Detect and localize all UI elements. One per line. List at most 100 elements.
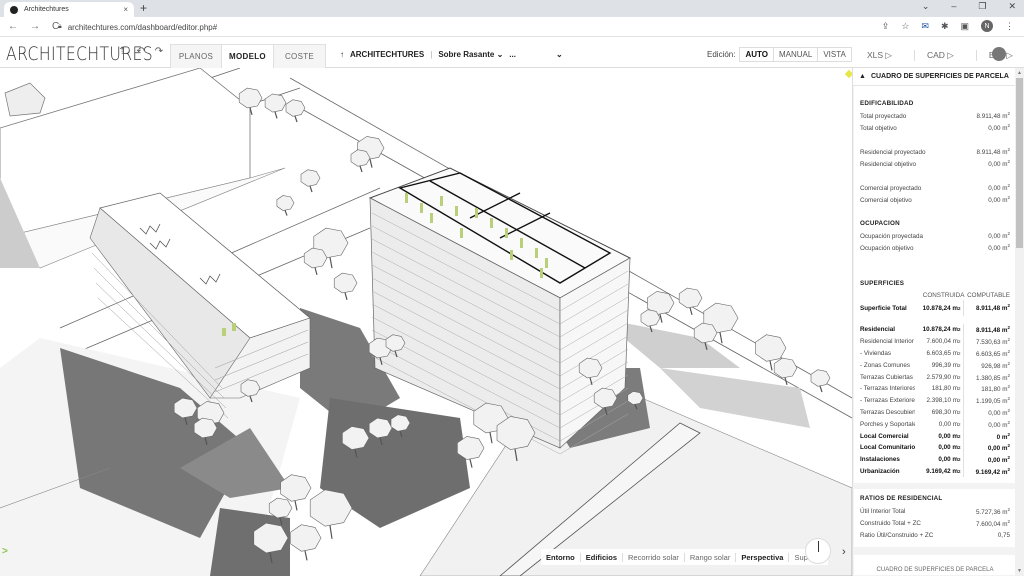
browser-menu-icon[interactable]: ⋮ (1005, 21, 1014, 32)
list-item: Ocupación objetivo 0,00 m2 (860, 243, 1010, 253)
table-row: Terrazas Descubiertas698,30 m2 0,00 m2 (860, 406, 1010, 419)
bookmark-star-icon[interactable]: ☆ (901, 21, 909, 32)
project-name[interactable]: ARCHITECHTURES (350, 50, 424, 59)
construida-value: 0,00 m2 (915, 430, 965, 442)
upload-cloud-icon[interactable]: ⇡ (118, 46, 126, 57)
up-arrow-icon[interactable]: ↑ (340, 50, 344, 59)
table-row: Local Comunitario 0,00 m 2 0,00 m2 (860, 441, 1010, 454)
panel-scrollbar[interactable]: ▲ ▼ (1015, 68, 1024, 576)
view-entorno-button[interactable]: Entorno (541, 552, 581, 562)
view-edificios-button[interactable]: Edificios (581, 552, 624, 562)
export-xls-button[interactable]: XLS ▷ (855, 50, 892, 61)
3d-viewport[interactable]: > Entorno Edificios Recorrido solar Rang… (0, 68, 852, 576)
profile-avatar[interactable]: N (981, 20, 993, 32)
extensions-puzzle-icon[interactable]: ✱ (941, 21, 949, 32)
next-card-header[interactable]: CUADRO DE SUPERFICIES DE PARCELA (854, 555, 1016, 576)
table-row: Local Comercial 0,00 m2 0 m2 (860, 430, 1010, 442)
tree-trunk (329, 525, 333, 539)
extension-mail-icon[interactable]: ✉ (921, 21, 929, 32)
construida-value: 2.579,90 m2 (915, 371, 965, 383)
tree (627, 391, 644, 405)
table-row: - Terrazas Interiores 181,80 m 2 181,80 m2 (860, 382, 1010, 395)
construida-value: 0,00 m2 (915, 453, 965, 466)
level-selector[interactable]: Sobre Rasante ⌄ (438, 50, 503, 59)
list-item: Residencial proyectado 8.911,48 m2 (860, 147, 1010, 157)
row-label: - Terrazas Exteriores (860, 397, 915, 405)
tab-coste[interactable]: COSTE (274, 44, 326, 68)
construida-value: 9.169,42 m2 (915, 465, 965, 478)
side-panel-icon[interactable]: ▣ (960, 21, 969, 32)
browser-extensions: ⇪ ☆ ✉ ✱ ▣ N ⋮ (882, 20, 1014, 32)
export-buttons: XLS ▷ CAD ▷ BIM ▷ (855, 50, 1013, 61)
facade-panel (405, 193, 408, 203)
tab-planos[interactable]: PLANOS (170, 44, 222, 68)
chevron-right-icon[interactable]: › (842, 546, 846, 558)
tree (238, 87, 263, 109)
export-cad-button[interactable]: CAD ▷ (913, 50, 954, 61)
construida-value: 10.878,24 m2 (915, 300, 965, 316)
view-rango-solar-button[interactable]: Rango solar (685, 552, 737, 562)
back-icon[interactable]: ← (8, 21, 18, 32)
list-item: Total objetivo 0,00 m2 (860, 123, 1010, 133)
computable-value: 926,98 m2 (981, 360, 1010, 370)
computable-value: 9.169,42 m2 (975, 466, 1010, 476)
user-avatar[interactable] (992, 47, 1006, 61)
table-header: CONSTRUIDA COMPUTABLE (860, 290, 1010, 300)
chevron-up-icon[interactable]: ▲ (859, 73, 866, 80)
facade-panel (540, 268, 543, 278)
list-item: Ocupación proyectada 0,00 m2 (860, 231, 1010, 241)
left-panel-toggle-icon[interactable]: > (2, 546, 8, 557)
chevron-down-icon: ⌄ (496, 50, 504, 59)
scroll-up-icon[interactable]: ▲ (1017, 70, 1022, 76)
list-item: Ratio Útil/Construido + ZC 0,75 (860, 531, 1010, 539)
restore-button[interactable]: ❐ (978, 1, 986, 12)
url-field[interactable]: 🔒︎ architechtures.com/dashboard/editor.p… (58, 19, 878, 35)
edition-manual-button[interactable]: MANUAL (774, 47, 819, 62)
table-row: Urbanización 9.169,42 m 2 9.169,42 m2 (860, 465, 1010, 478)
share-icon[interactable]: ⇪ (882, 21, 890, 32)
tree-trunk (329, 257, 333, 269)
tab-close-icon[interactable]: × (123, 5, 128, 14)
computable-value: 1.199,05 m2 (975, 396, 1010, 406)
compass-needle-icon (818, 541, 819, 552)
view-perspectiva-button[interactable]: Perspectiva (736, 552, 790, 562)
tree (276, 195, 295, 211)
browser-tab[interactable]: Architechtures × (4, 2, 134, 17)
tree-trunk (819, 385, 823, 393)
edition-auto-button[interactable]: AUTO (739, 47, 774, 62)
row-label: Local Comunitario (860, 444, 915, 452)
tree (457, 436, 485, 460)
undo-icon[interactable]: ↶ (136, 46, 144, 57)
close-window-button[interactable]: ✕ (1008, 1, 1016, 12)
scroll-down-icon[interactable]: ▼ (1017, 568, 1022, 574)
table-row: - Terrazas Exteriores 2.398,10 m 2 1.199,05… (860, 394, 1010, 407)
construida-value: 7.600,04 m2 (915, 335, 965, 348)
tree-trunk (489, 432, 493, 444)
new-tab-button[interactable]: + (140, 1, 147, 15)
forward-icon[interactable]: → (30, 21, 40, 32)
scrollbar-thumb[interactable] (1016, 78, 1023, 248)
row-label: - Zonas Comunes (860, 361, 911, 369)
chevron-down-icon[interactable]: ⌄ (556, 50, 563, 59)
tab-search-icon[interactable]: ⌄ (922, 1, 930, 12)
tree-trunk (344, 292, 348, 300)
edition-vista-button[interactable]: VISTA (818, 47, 852, 62)
table-row: Instalaciones 0,00 m 2 0,00 m2 (860, 453, 1010, 466)
construida-value: 698,30 m2 (915, 406, 965, 419)
panel-header[interactable]: ▲ CUADRO DE SUPERFICIES DE PARCELA (853, 68, 1016, 86)
redo-icon[interactable]: ↷ (155, 46, 163, 57)
col-computable: COMPUTABLE (967, 291, 1010, 299)
tab-modelo[interactable]: MODELO (222, 44, 274, 68)
more-options[interactable]: ... (509, 50, 516, 59)
tree-trunk (294, 500, 298, 511)
minimize-button[interactable]: – (951, 1, 956, 12)
tree-trunk (689, 307, 693, 315)
favicon-icon (10, 5, 18, 14)
breadcrumb-separator: | (430, 50, 433, 59)
tree-trunk (314, 267, 318, 275)
compass-dial[interactable] (805, 538, 831, 564)
table-row: - Viviendas 6.603,65 m 2 6.603,65 m2 (860, 347, 1010, 360)
tree (333, 272, 358, 294)
row-label: Urbanización (860, 467, 900, 475)
view-recorrido-solar-button[interactable]: Recorrido solar (623, 552, 685, 562)
